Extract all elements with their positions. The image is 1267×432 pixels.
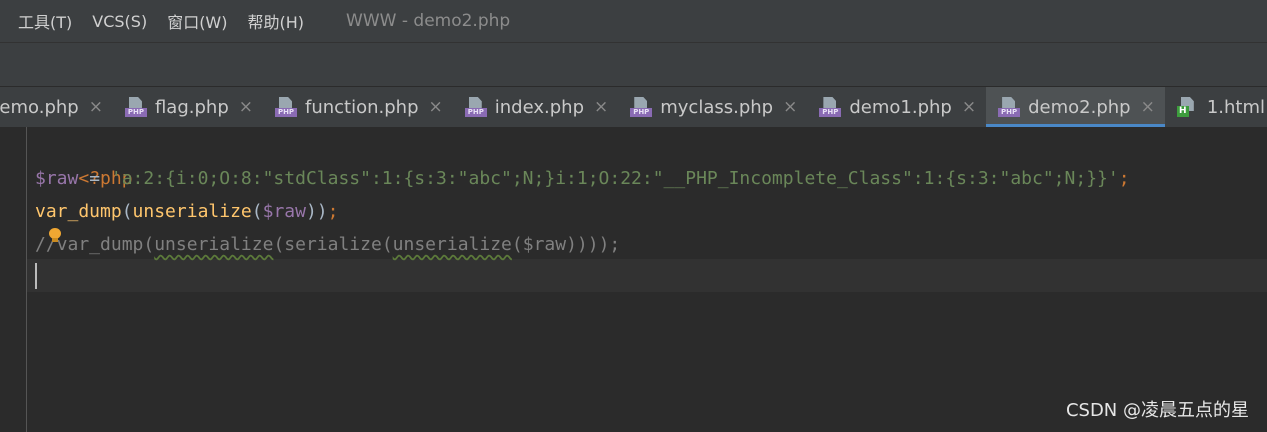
tab-1-html[interactable]: H 1.html (1165, 87, 1267, 127)
tab-demo2-php[interactable]: PHP demo2.php × (986, 87, 1165, 127)
paren: ( (121, 201, 133, 222)
tab-flag-php[interactable]: PHP flag.php × (113, 87, 263, 127)
tab-function-php[interactable]: PHP function.php × (263, 87, 453, 127)
php-file-icon: PHP (275, 97, 297, 117)
code-line-1: <?php (35, 129, 132, 189)
menu-window[interactable]: 窗口(W) (167, 9, 227, 33)
code-editor[interactable]: <?php $raw = 'a:2:{i:0;O:8:"stdClass":1:… (0, 127, 1267, 432)
close-icon[interactable]: × (239, 97, 253, 117)
tab-label: myclass.php (660, 96, 774, 118)
string-literal: 'a:2:{i:0;O:8:"stdClass":1:{s:3:"abc";N;… (110, 168, 1119, 189)
editor-tab-bar: demo.php × PHP flag.php × PHP function.p… (0, 87, 1267, 127)
tab-label: index.php (494, 96, 584, 118)
code-line-3: var_dump(unserialize($raw)); (35, 195, 339, 228)
comment-text: unserialize (392, 234, 512, 255)
tab-label: demo1.php (849, 96, 952, 118)
comment-text: ( (381, 234, 393, 255)
php-file-icon: PHP (998, 97, 1021, 117)
close-icon[interactable]: × (783, 97, 797, 117)
function-call: unserialize (132, 201, 252, 222)
html-file-icon: H (1176, 97, 1199, 117)
variable: $raw (35, 168, 79, 189)
close-icon[interactable]: × (594, 97, 608, 117)
php-file-icon: PHP (630, 97, 653, 117)
watermark: CSDN @凌晨五点的星 (1065, 400, 1249, 421)
text-caret (35, 263, 37, 289)
paren: ( (251, 201, 263, 222)
menu-help[interactable]: 帮助(H) (248, 9, 305, 33)
tab-index-php[interactable]: PHP index.php × (453, 87, 618, 127)
operator: = (78, 168, 111, 189)
php-file-icon: PHP (819, 97, 842, 117)
code-line-2: $raw = 'a:2:{i:0;O:8:"stdClass":1:{s:3:"… (35, 162, 1130, 195)
tab-demo1-php[interactable]: PHP demo1.php × (807, 87, 986, 127)
close-icon[interactable]: × (1141, 97, 1155, 117)
tab-label: demo.php (0, 96, 79, 118)
window-title: WWW - demo2.php (346, 11, 511, 31)
toolbar (0, 43, 1267, 87)
comment-text: ($raw)))); (511, 234, 621, 255)
current-line-highlight (27, 259, 1267, 292)
menu-tools[interactable]: 工具(T) (18, 9, 72, 33)
menu-bar: 工具(T) VCS(S) 窗口(W) 帮助(H) WWW - demo2.php (0, 0, 1267, 43)
comment-text: serialize (284, 234, 382, 255)
php-file-icon: PHP (464, 97, 487, 117)
tab-label: function.php (305, 96, 419, 118)
function-call: var_dump (35, 201, 122, 222)
code-line-4-comment: //var_dump(unserialize(serialize(unseria… (35, 228, 620, 261)
tab-label: 1.html (1206, 96, 1266, 118)
php-file-icon: PHP (124, 97, 147, 117)
paren: )) (305, 201, 328, 222)
semicolon: ; (1118, 168, 1130, 189)
tab-demo-php[interactable]: demo.php × (0, 87, 113, 127)
lightbulb-icon[interactable] (49, 228, 61, 242)
comment-text: ( (273, 234, 285, 255)
comment-text: unserialize (154, 234, 274, 255)
semicolon: ; (327, 201, 339, 222)
close-icon[interactable]: × (89, 97, 103, 117)
close-icon[interactable]: × (429, 97, 443, 117)
variable: $raw (262, 201, 306, 222)
close-icon[interactable]: × (962, 97, 976, 117)
tab-myclass-php[interactable]: PHP myclass.php × (618, 87, 807, 127)
menu-vcs[interactable]: VCS(S) (92, 12, 147, 31)
tab-label: demo2.php (1028, 96, 1131, 118)
tab-label: flag.php (154, 96, 229, 118)
